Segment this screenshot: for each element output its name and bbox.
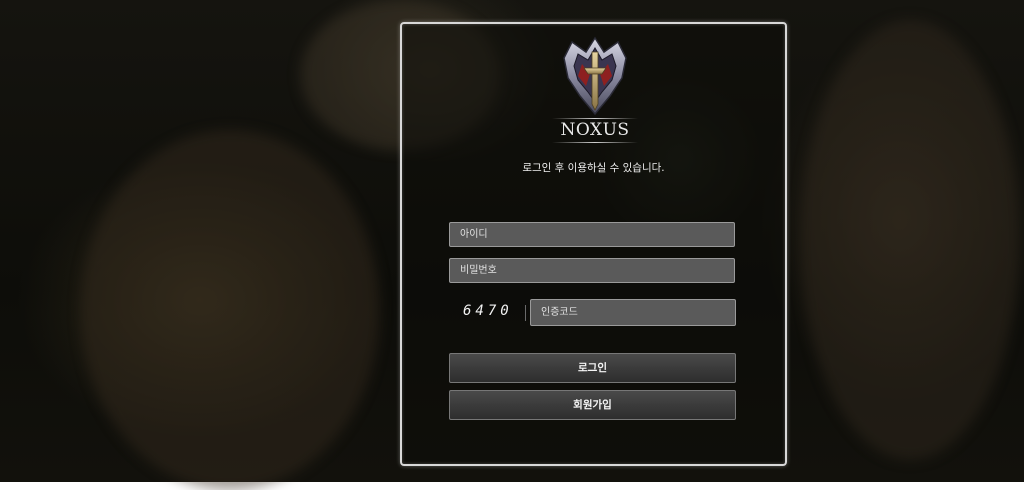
- captcha-image: 6470: [449, 299, 526, 324]
- login-button[interactable]: 로그인: [449, 353, 736, 383]
- logo-divider-top: [552, 118, 638, 119]
- login-notice: 로그인 후 이용하실 수 있습니다.: [522, 162, 665, 174]
- captcha-code: 6470: [463, 303, 513, 319]
- logo-divider-bottom: [552, 142, 638, 143]
- password-input[interactable]: [449, 258, 735, 283]
- brand-logo: NOXUS: [552, 34, 638, 143]
- captcha-input[interactable]: [530, 299, 736, 326]
- background-figure-right: [800, 20, 1020, 460]
- id-input[interactable]: [449, 222, 735, 247]
- brand-name: NOXUS: [560, 120, 630, 140]
- captcha-divider: [525, 305, 526, 321]
- noxus-crest-icon: [563, 36, 627, 116]
- login-panel: NOXUS 로그인 후 이용하실 수 있습니다. 6470 로그인 회원가입: [400, 22, 787, 466]
- signup-button[interactable]: 회원가입: [449, 390, 736, 420]
- background-figure-left: [80, 130, 380, 490]
